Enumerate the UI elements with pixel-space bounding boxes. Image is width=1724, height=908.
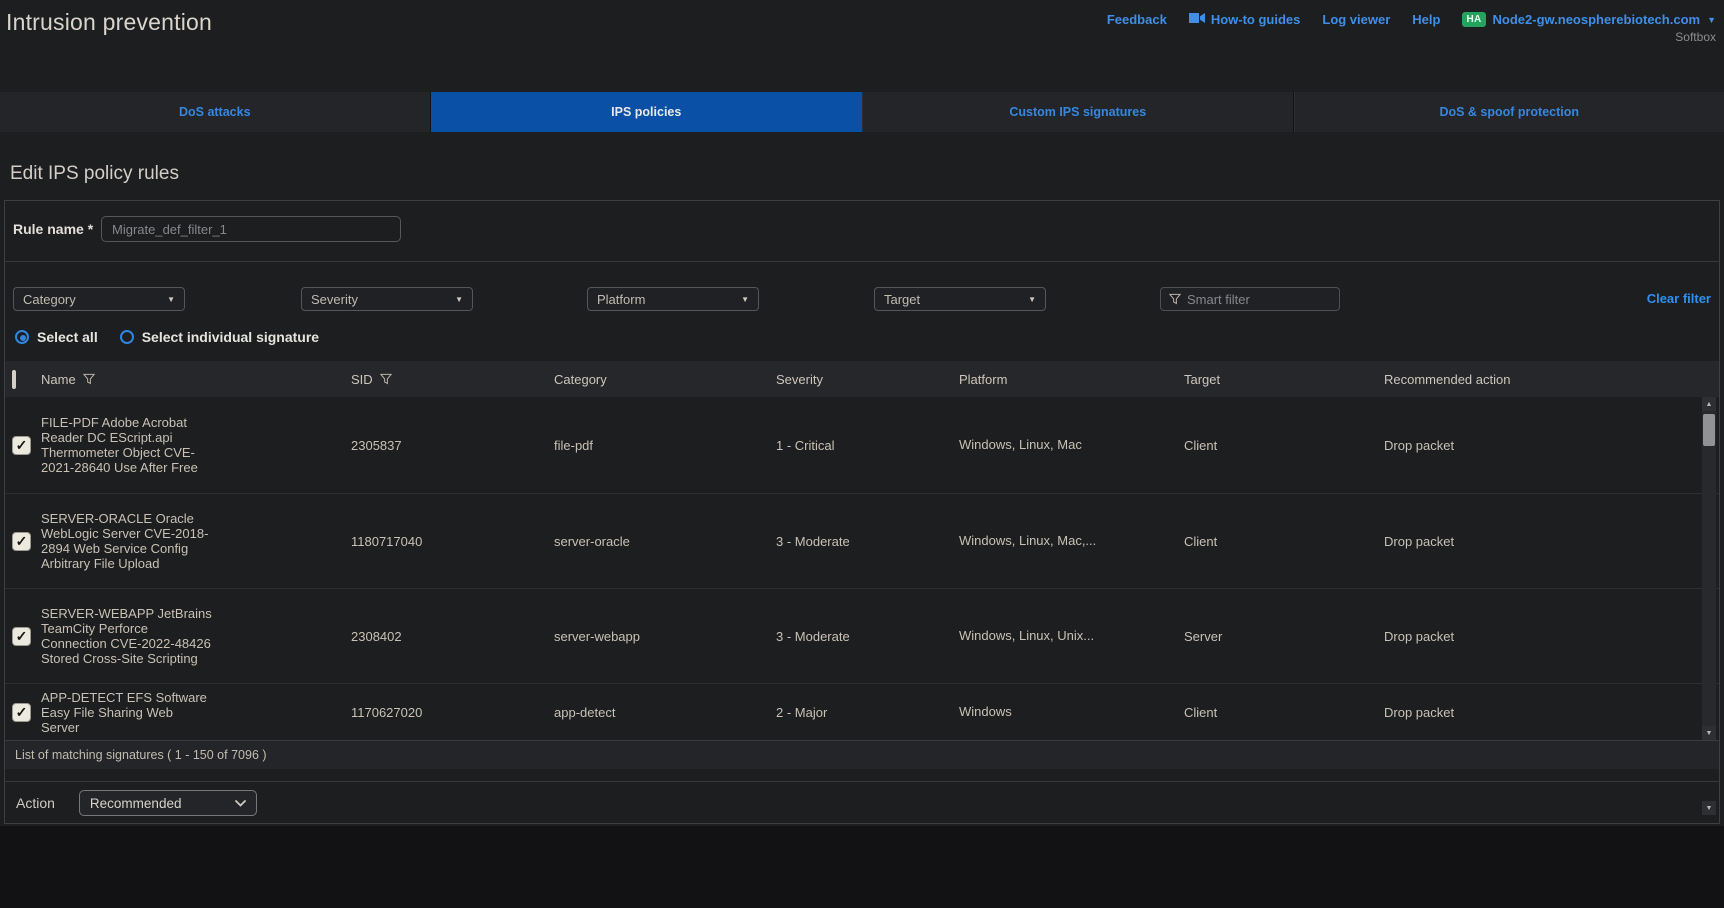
video-icon	[1189, 12, 1205, 27]
sid-cell: 2305837	[351, 438, 554, 453]
smart-filter-input[interactable]	[1187, 292, 1327, 307]
row-checkbox[interactable]: ✓	[12, 703, 31, 722]
device-subtitle: Softbox	[1675, 30, 1716, 44]
clear-filter-link[interactable]: Clear filter	[1647, 291, 1711, 306]
signature-name-cell: APP-DETECT EFS Software Easy File Sharin…	[41, 690, 213, 735]
action-select[interactable]: Recommended	[79, 790, 257, 816]
chevron-down-icon: ▼	[741, 295, 749, 304]
row-checkbox[interactable]: ✓	[12, 436, 31, 455]
recommended-action-cell: Drop packet	[1384, 705, 1719, 720]
category-cell: server-webapp	[554, 629, 776, 644]
table-row[interactable]: ✓ SERVER-WEBAPP JetBrains TeamCity Perfo…	[5, 589, 1719, 684]
page-title: Intrusion prevention	[6, 9, 212, 36]
category-cell: app-detect	[554, 705, 776, 720]
scroll-up-icon[interactable]: ▲	[1702, 397, 1716, 411]
divider	[5, 781, 1719, 782]
select-all-radio[interactable]: Select all	[15, 329, 98, 345]
platform-cell: Windows, Linux, Unix...	[959, 628, 1101, 644]
radio-selected-icon	[15, 330, 29, 344]
severity-cell: 3 - Moderate	[776, 629, 959, 644]
radio-unselected-icon	[120, 330, 134, 344]
divider	[5, 261, 1719, 262]
table-scrollbar[interactable]: ▲ ▼	[1702, 397, 1716, 740]
device-name: Node2-gw.neospherebiotech.com	[1493, 12, 1701, 27]
selection-mode-row: Select all Select individual signature	[5, 327, 319, 347]
sid-cell: 2308402	[351, 629, 554, 644]
select-all-checkbox[interactable]	[12, 370, 16, 389]
severity-cell: 1 - Critical	[776, 438, 959, 453]
chevron-down-icon	[235, 800, 246, 807]
tab-bar: DoS attacks IPS policies Custom IPS sign…	[0, 92, 1724, 132]
name-filter-funnel-icon[interactable]	[83, 373, 95, 386]
select-individual-radio[interactable]: Select individual signature	[120, 329, 319, 345]
rule-name-input[interactable]	[101, 216, 401, 242]
category-dropdown[interactable]: Category▼	[13, 287, 185, 311]
sid-filter-funnel-icon[interactable]	[380, 373, 392, 386]
tab-custom-ips-signatures[interactable]: Custom IPS signatures	[862, 92, 1294, 132]
action-label: Action	[16, 795, 55, 811]
chevron-down-icon: ▼	[167, 295, 175, 304]
signature-name-cell: SERVER-ORACLE Oracle WebLogic Server CVE…	[41, 511, 213, 571]
target-cell: Server	[1184, 629, 1384, 644]
category-cell: server-oracle	[554, 534, 776, 549]
chevron-down-icon: ▼	[1707, 15, 1716, 25]
tab-dos-spoof-protection[interactable]: DoS & spoof protection	[1294, 92, 1724, 132]
chevron-down-icon: ▼	[455, 295, 463, 304]
main-surface: Intrusion prevention Feedback How-to gui…	[0, 0, 1724, 826]
section-heading: Edit IPS policy rules	[10, 163, 179, 185]
target-cell: Client	[1184, 438, 1384, 453]
platform-dropdown[interactable]: Platform▼	[587, 287, 759, 311]
platform-cell: Windows, Linux, Mac	[959, 437, 1101, 453]
table-summary-bar: List of matching signatures ( 1 - 150 of…	[5, 740, 1719, 769]
platform-cell: Windows, Linux, Mac,...	[959, 533, 1101, 549]
sid-cell: 1180717040	[351, 534, 554, 549]
recommended-action-cell: Drop packet	[1384, 629, 1719, 644]
scroll-down-icon[interactable]: ▼	[1702, 726, 1716, 740]
row-checkbox[interactable]: ✓	[12, 627, 31, 646]
filter-row: Category▼ Severity▼ Platform▼ Target▼ Cl…	[5, 287, 1719, 311]
matching-signatures-summary: List of matching signatures ( 1 - 150 of…	[15, 748, 267, 762]
howto-guides-link[interactable]: How-to guides	[1189, 12, 1301, 27]
sid-cell: 1170627020	[351, 705, 554, 720]
recommended-action-cell: Drop packet	[1384, 438, 1719, 453]
category-cell: file-pdf	[554, 438, 776, 453]
feedback-link[interactable]: Feedback	[1107, 12, 1167, 27]
screen: Intrusion prevention Feedback How-to gui…	[0, 0, 1724, 908]
row-checkbox[interactable]: ✓	[12, 532, 31, 551]
severity-dropdown[interactable]: Severity▼	[301, 287, 473, 311]
table-row[interactable]: ✓ SERVER-ORACLE Oracle WebLogic Server C…	[5, 494, 1719, 589]
signature-name-cell: FILE-PDF Adobe Acrobat Reader DC EScript…	[41, 415, 213, 475]
severity-cell: 2 - Major	[776, 705, 959, 720]
signature-name-cell: SERVER-WEBAPP JetBrains TeamCity Perforc…	[41, 606, 213, 666]
target-dropdown[interactable]: Target▼	[874, 287, 1046, 311]
smart-filter-field	[1160, 287, 1340, 311]
help-link[interactable]: Help	[1412, 12, 1440, 27]
action-row: Action Recommended	[5, 789, 257, 817]
log-viewer-link[interactable]: Log viewer	[1322, 12, 1390, 27]
device-menu[interactable]: HA Node2-gw.neospherebiotech.com ▼	[1462, 12, 1716, 27]
scrollbar-thumb[interactable]	[1703, 414, 1715, 446]
table-row[interactable]: ✓ FILE-PDF Adobe Acrobat Reader DC EScri…	[5, 397, 1719, 494]
ha-badge: HA	[1462, 12, 1485, 27]
rule-name-row: Rule name *	[5, 215, 401, 243]
recommended-action-cell: Drop packet	[1384, 534, 1719, 549]
table-row[interactable]: ✓ APP-DETECT EFS Software Easy File Shar…	[5, 684, 1719, 740]
table-body: ✓ FILE-PDF Adobe Acrobat Reader DC EScri…	[5, 397, 1719, 740]
tab-dos-attacks[interactable]: DoS attacks	[0, 92, 431, 132]
target-cell: Client	[1184, 534, 1384, 549]
tab-ips-policies[interactable]: IPS policies	[431, 92, 863, 132]
target-cell: Client	[1184, 705, 1384, 720]
platform-cell: Windows	[959, 704, 1101, 720]
topbar: Intrusion prevention Feedback How-to gui…	[0, 0, 1724, 56]
funnel-icon	[1169, 293, 1181, 306]
edit-policy-panel: Rule name * Category▼ Severity▼ Platform…	[4, 200, 1720, 824]
rule-name-label: Rule name *	[13, 221, 101, 237]
panel-scroll-down-icon[interactable]: ▼	[1702, 801, 1716, 815]
header-links: Feedback How-to guides Log viewer Help H…	[1107, 12, 1716, 27]
chevron-down-icon: ▼	[1028, 295, 1036, 304]
severity-cell: 3 - Moderate	[776, 534, 959, 549]
table-header: Name SID Category Severity Platform Targ…	[5, 361, 1719, 397]
